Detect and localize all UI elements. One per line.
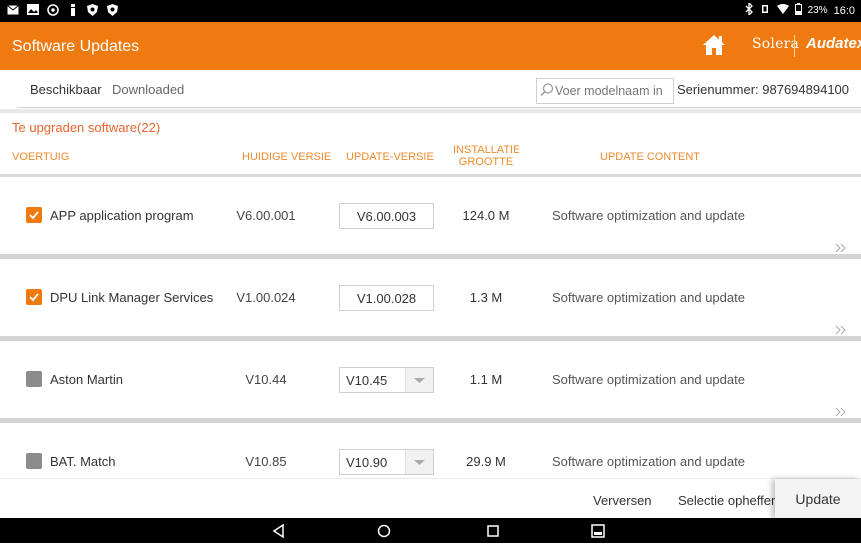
update-button[interactable]: Update — [775, 479, 861, 519]
vehicle-name: DPU Link Manager Services — [50, 290, 214, 305]
home-icon[interactable] — [702, 33, 726, 57]
recents-icon[interactable] — [484, 522, 502, 540]
current-version: V1.00.024 — [236, 290, 296, 305]
expand-chevron-icon[interactable] — [835, 322, 849, 335]
column-header-package-size: INSTALLATIEPAKKET GROOTTE — [453, 144, 519, 168]
refresh-button[interactable]: Verversen — [593, 493, 652, 508]
table-row: APP application program V6.00.001 V6.00.… — [0, 177, 861, 259]
screenshot-icon[interactable] — [589, 522, 607, 540]
tabs-row: Beschikbaar Downloaded Voer modelnaam in… — [0, 70, 861, 110]
status-icons-left — [6, 3, 119, 16]
table-row: DPU Link Manager Services V1.00.024 V1.0… — [0, 259, 861, 341]
search-placeholder: Voer modelnaam in — [555, 84, 663, 98]
vehicle-name: BAT. Match — [50, 454, 116, 469]
shield-icon — [86, 3, 99, 16]
status-bar: 23% 16:0 — [0, 0, 861, 22]
update-version-value: V10.45 — [346, 373, 388, 388]
update-version-field[interactable]: V6.00.003 — [339, 203, 434, 229]
clock: 16:0 — [833, 4, 855, 17]
row-checkbox[interactable] — [26, 453, 42, 469]
update-content: Software optimization and update — [552, 454, 745, 469]
update-version-value: V6.00.003 — [356, 209, 417, 224]
status-icons-right: 23% 16:0 — [745, 1, 855, 18]
expand-chevron-icon[interactable] — [835, 240, 849, 253]
tabs-underline — [17, 107, 861, 108]
column-header-update-content: UPDATE CONTENT — [600, 151, 701, 163]
image-icon — [26, 3, 39, 16]
column-header-current-version: HUIDIGE VERSIE — [242, 151, 332, 163]
row-checkbox[interactable] — [26, 371, 42, 387]
package-size: 1.1 M — [469, 372, 503, 387]
row-checkbox[interactable] — [26, 289, 42, 305]
serial-number: Serienummer: 987694894100 — [677, 82, 850, 97]
info-icon — [66, 3, 79, 16]
update-version-value: V1.00.028 — [356, 291, 417, 306]
row-checkbox[interactable] — [26, 207, 42, 223]
brand-divider — [794, 35, 795, 57]
package-size: 124.0 M — [462, 208, 510, 223]
package-size: 1.3 M — [469, 290, 503, 305]
expand-chevron-icon[interactable] — [835, 404, 849, 417]
update-content: Software optimization and update — [552, 208, 745, 223]
search-input[interactable]: Voer modelnaam in — [536, 78, 674, 104]
back-icon[interactable] — [270, 522, 288, 540]
solera-logo: Solera — [752, 36, 800, 52]
bluetooth-icon — [745, 1, 753, 18]
update-content: Software optimization and update — [552, 372, 745, 387]
tab-downloaded[interactable]: Downloaded — [112, 82, 184, 97]
column-header-vehicle: VOERTUIG — [12, 151, 70, 163]
vibrate-icon — [759, 3, 771, 18]
update-version-select[interactable]: V10.90 — [339, 449, 434, 475]
column-header-update-version: UPDATE-VERSIE — [346, 151, 434, 163]
battery-icon — [794, 3, 802, 18]
chevron-down-icon[interactable] — [405, 450, 433, 474]
home-circle-icon[interactable] — [375, 522, 393, 540]
mail-icon — [6, 3, 19, 16]
update-content: Software optimization and update — [552, 290, 745, 305]
chevron-down-icon[interactable] — [405, 368, 433, 392]
tab-available[interactable]: Beschikbaar — [30, 82, 102, 97]
current-version: V10.44 — [245, 372, 287, 387]
wifi-icon — [776, 4, 789, 17]
section-divider — [0, 109, 861, 113]
action-bar: Verversen Selectie opheffen Update — [0, 478, 861, 519]
battery-percent: 23% — [807, 5, 828, 16]
section-title: Te upgraden software(22) — [12, 120, 161, 135]
update-version-select[interactable]: V10.45 — [339, 367, 434, 393]
vehicle-name: Aston Martin — [50, 372, 123, 387]
package-size: 29.9 M — [466, 454, 506, 469]
audatex-logo: Audatex — [806, 35, 861, 52]
update-version-value: V10.90 — [346, 455, 388, 470]
update-version-field[interactable]: V1.00.028 — [339, 285, 434, 311]
deselect-button[interactable]: Selectie opheffen — [678, 493, 776, 508]
current-version: V6.00.001 — [236, 208, 296, 223]
search-icon — [540, 83, 554, 97]
shield-icon — [106, 3, 119, 16]
table-row: BAT. Match V10.85 V10.90 29.9 M Software… — [0, 423, 861, 478]
current-version: V10.85 — [245, 454, 287, 469]
table-row: Aston Martin V10.44 V10.45 1.1 M Softwar… — [0, 341, 861, 423]
app-header: Software Updates Solera Audatex — [0, 22, 861, 70]
vehicle-name: APP application program — [50, 208, 194, 223]
page-title: Software Updates — [12, 38, 140, 55]
navigation-bar — [0, 518, 861, 543]
settings-icon — [46, 3, 59, 16]
